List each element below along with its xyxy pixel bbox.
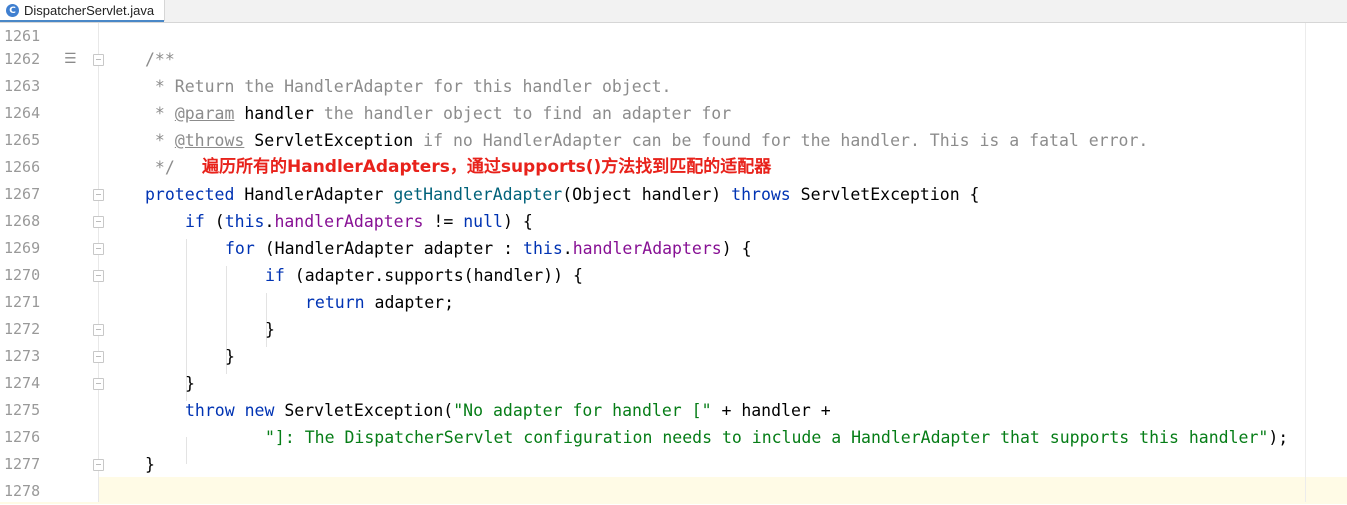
line-number: 1273 [4, 347, 41, 365]
code-text: * @param handler the handler object to f… [145, 104, 732, 123]
code-text: } [185, 374, 195, 393]
line-number: 1262 [4, 50, 41, 68]
code-editor[interactable]: 1261 1262 ☰ /** 1263 * Return the Handle… [0, 23, 1347, 505]
annotation-text: 遍历所有的HandlerAdapters，通过supports()方法找到匹配的… [202, 157, 772, 177]
editor-tab-bar: C DispatcherServlet.java [0, 0, 1347, 23]
fold-marker-icon[interactable] [93, 189, 104, 201]
code-text: } [145, 455, 155, 474]
line-number: 1277 [4, 455, 41, 473]
fold-marker-icon[interactable] [93, 243, 104, 255]
fold-marker-icon[interactable] [93, 378, 104, 390]
code-text: * @throws ServletException if no Handler… [145, 131, 1149, 150]
fold-marker-icon[interactable] [93, 216, 104, 228]
fold-marker-icon[interactable] [93, 459, 104, 471]
code-text: /** [145, 50, 175, 69]
fold-marker-icon[interactable] [93, 270, 104, 282]
tab-label: DispatcherServlet.java [24, 3, 155, 18]
code-text: } [265, 320, 275, 339]
code-line[interactable]: 1266 */ 遍历所有的HandlerAdapters，通过supports(… [0, 154, 1347, 181]
code-text: if (this.handlerAdapters != null) { [185, 212, 533, 231]
code-text: return adapter; [305, 293, 455, 312]
code-line[interactable]: 1276 "]: The DispatcherServlet configura… [0, 424, 1347, 451]
code-line[interactable]: 1273 } [0, 343, 1347, 370]
code-line[interactable]: 1267 protected HandlerAdapter getHandler… [0, 181, 1347, 208]
code-line[interactable]: 1265 * @throws ServletException if no Ha… [0, 127, 1347, 154]
line-number: 1278 [4, 482, 41, 500]
line-number: 1272 [4, 320, 41, 338]
render-doc-icon[interactable]: ☰ [64, 52, 80, 66]
code-line[interactable]: 1277 } [0, 451, 1347, 478]
line-number: 1274 [4, 374, 41, 392]
java-class-icon: C [6, 4, 19, 17]
code-line[interactable]: 1275 throw new ServletException("No adap… [0, 397, 1347, 424]
code-text: */ [145, 158, 175, 177]
code-text: * Return the HandlerAdapter for this han… [145, 77, 672, 96]
line-number: 1267 [4, 185, 41, 203]
line-number: 1269 [4, 239, 41, 257]
code-line[interactable]: 1263 * Return the HandlerAdapter for thi… [0, 73, 1347, 100]
code-line[interactable]: 1262 ☰ /** [0, 46, 1347, 73]
code-line[interactable]: 1274 } [0, 370, 1347, 397]
tab-dispatcherservlet-java[interactable]: C DispatcherServlet.java [0, 0, 166, 22]
line-number: 1263 [4, 77, 41, 95]
line-number: 1266 [4, 158, 41, 176]
fold-marker-icon[interactable] [93, 351, 104, 363]
code-line[interactable]: 1269 for (HandlerAdapter adapter : this.… [0, 235, 1347, 262]
code-text: throw new ServletException("No adapter f… [185, 401, 831, 420]
code-text: if (adapter.supports(handler)) { [265, 266, 583, 285]
fold-marker-icon[interactable] [93, 54, 104, 66]
line-number: 1271 [4, 293, 41, 311]
fold-marker-icon[interactable] [93, 324, 104, 336]
line-number: 1265 [4, 131, 41, 149]
code-text: for (HandlerAdapter adapter : this.handl… [225, 239, 752, 258]
code-line[interactable]: 1278 [0, 478, 1347, 505]
line-number: 1264 [4, 104, 41, 122]
active-tab-indicator [0, 20, 165, 22]
code-line[interactable]: 1268 if (this.handlerAdapters != null) { [0, 208, 1347, 235]
line-number: 1270 [4, 266, 41, 284]
code-text: } [225, 347, 235, 366]
code-text: protected HandlerAdapter getHandlerAdapt… [145, 185, 980, 204]
code-text: "]: The DispatcherServlet configuration … [265, 428, 1289, 447]
line-number: 1268 [4, 212, 41, 230]
code-line[interactable]: 1270 if (adapter.supports(handler)) { [0, 262, 1347, 289]
code-line[interactable]: 1264 * @param handler the handler object… [0, 100, 1347, 127]
code-line[interactable]: 1271 return adapter; [0, 289, 1347, 316]
code-line[interactable]: 1272 } [0, 316, 1347, 343]
line-number: 1276 [4, 428, 41, 446]
line-number: 1275 [4, 401, 41, 419]
